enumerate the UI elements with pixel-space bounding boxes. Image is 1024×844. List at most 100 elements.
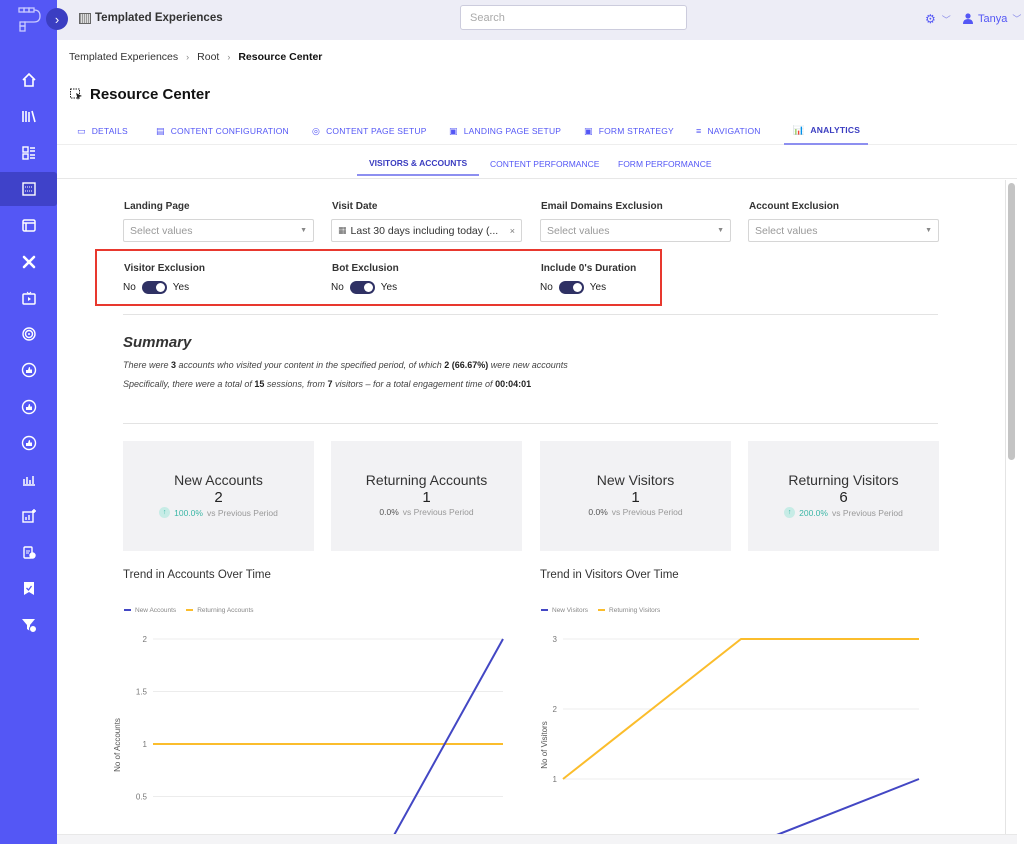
subtab-form-performance[interactable]: FORM PERFORMANCE [618,152,712,176]
sidebar-item-library[interactable] [0,99,57,133]
summary-text: were new accounts [488,360,568,370]
y-tick-label: 1 [143,740,148,749]
legend-swatch [598,609,606,612]
sidebar-item-filter-dollar[interactable] [0,608,57,642]
legend-label: New Accounts [135,607,177,614]
tab-content-configuration[interactable]: ▤ CONTENT CONFIGURATION [156,117,289,145]
thumbs-up-icon [21,399,36,414]
thumbs-up-icon [21,435,36,451]
dropdown-arrow-icon: ▼ [925,227,932,234]
legend-item[interactable]: Returning Visitors [598,607,660,614]
sidebar-item-thumbs-up[interactable] [0,390,57,424]
dropdown-arrow-icon: ▼ [300,227,307,234]
tab-label: LANDING PAGE SETUP [463,126,562,136]
form-icon: ▣ [584,125,593,136]
kpi-change: 0.0% vs Previous Period [540,507,731,517]
dropdown-arrow-icon: ▼ [717,227,724,234]
palette-icon: ◎ [312,125,321,136]
y-tick-label: 3 [553,635,558,644]
search-input[interactable] [460,5,687,30]
tab-landing-page-setup[interactable]: ▣ LANDING PAGE SETUP [449,117,561,145]
legend-item[interactable]: New Visitors [541,607,588,614]
sidebar-item-target[interactable] [0,317,57,351]
settings-menu[interactable]: ⚙ ﹀ [925,12,951,26]
subtab-content-performance[interactable]: CONTENT PERFORMANCE [490,152,599,176]
landing-page-select[interactable]: Select values ▼ [123,219,314,242]
legend-item[interactable]: New Accounts [124,607,176,614]
sidebar-item-clipboard-clock[interactable] [0,535,57,569]
tab-label: ANALYTICS [810,125,861,135]
app-logo-icon [18,7,41,32]
select-placeholder: Select values [755,224,818,237]
analytics-subtabs: VISITORS & ACCOUNTS CONTENT PERFORMANCE … [57,152,1017,177]
tab-navigation[interactable]: ≡ NAVIGATION [696,117,761,145]
breadcrumb: Templated Experiences › Root › Resource … [69,51,322,63]
resource-center-icon [70,88,82,100]
thumbs-up-icon [21,363,36,378]
kpi-change-suffix: vs Previous Period [206,507,278,518]
kpi-change-suffix: vs Previous Period [611,507,683,517]
tab-content-page-setup[interactable]: ◎ CONTENT PAGE SETUP [312,117,427,145]
y-axis-label: No of Accounts [113,718,122,772]
sidebar-item-video[interactable] [0,281,57,315]
legend-label: New Visitors [552,607,589,614]
page-icon: ▣ [449,125,458,136]
breadcrumb-item[interactable]: Templated Experiences [69,51,178,63]
summary-new-pct: (66.67%) [449,360,489,370]
tab-analytics[interactable]: 📊 ANALYTICS [784,117,868,145]
select-placeholder: Select values [130,224,193,237]
legend-label: Returning Accounts [197,607,254,614]
sidebar-item-browser-window[interactable] [0,208,57,242]
summary-title: Summary [123,334,192,351]
sidebar-item-bookmark-check[interactable] [0,571,57,605]
kpi-title: New Accounts [174,472,263,488]
accounts-chart-title: Trend in Accounts Over Time [123,569,271,581]
breadcrumb-item[interactable]: Root [197,51,219,63]
tab-details[interactable]: ▭ DETAILS [77,117,128,145]
sidebar-item-home[interactable] [0,63,57,97]
calendar-icon: ▦ [338,225,347,235]
email-domains-label: Email Domains Exclusion [541,201,663,212]
kpi-change-suffix: vs Previous Period [402,507,474,517]
sidebar-item-tools[interactable] [0,245,57,279]
subtab-visitors-accounts[interactable]: VISITORS & ACCOUNTS [357,152,480,176]
user-menu[interactable]: Tanya ﹀ [963,12,1021,25]
email-domains-select[interactable]: Select values ▼ [540,219,731,242]
visit-date-select[interactable]: ▦ Last 30 days including today (... × [331,219,522,242]
clear-icon[interactable]: × [510,226,515,236]
app-title-text: Templated Experiences [95,12,223,24]
tools-icon [22,255,35,268]
tab-label: NAVIGATION [707,126,761,136]
kpi-value: 1 [422,489,431,506]
series-line-new-accounts[interactable] [153,638,504,844]
analytics-icon: 📊 [793,124,805,135]
sidebar-item-layout-grid[interactable] [0,136,57,170]
legend-item[interactable]: Returning Accounts [186,607,254,614]
accounts-chart-legend: New Accounts Returning Accounts [124,607,254,614]
expand-sidebar-button[interactable]: › [46,8,68,30]
visit-date-value: Last 30 days including today (... [350,224,499,237]
tab-label: CONTENT PAGE SETUP [326,126,427,136]
summary-text: sessions, from [264,379,328,389]
visit-date-label: Visit Date [332,201,378,212]
scrollbar-thumb[interactable] [1008,183,1015,460]
tab-label: CONTENT CONFIGURATION [170,126,289,136]
image-icon: ▭ [77,125,86,136]
home-icon [21,72,36,87]
accounts-trend-chart: 0.5 1 1.5 2 No of Accounts [113,635,504,844]
user-icon [963,13,973,24]
summary-accounts-line: There were 3 accounts who visited your c… [123,360,568,370]
select-placeholder: Select values [547,224,610,237]
visitors-trend-chart: 1 2 3 No of Visitors [540,635,920,844]
y-tick-label: 2 [143,635,148,644]
templated-experiences-icon [21,182,36,196]
user-name: Tanya [978,12,1008,25]
sidebar-item-bar-chart[interactable] [0,462,57,496]
sidebar-item-thumbs-up[interactable] [0,353,57,387]
sidebar-item-templated-experiences[interactable] [0,171,57,206]
tab-form-strategy[interactable]: ▣ FORM STRATEGY [584,117,674,145]
sidebar-item-chart-add[interactable] [0,499,57,533]
account-exclusion-select[interactable]: Select values ▼ [748,219,939,242]
sidebar-item-thumbs-up[interactable] [0,426,57,460]
sidebar: › [0,0,68,844]
